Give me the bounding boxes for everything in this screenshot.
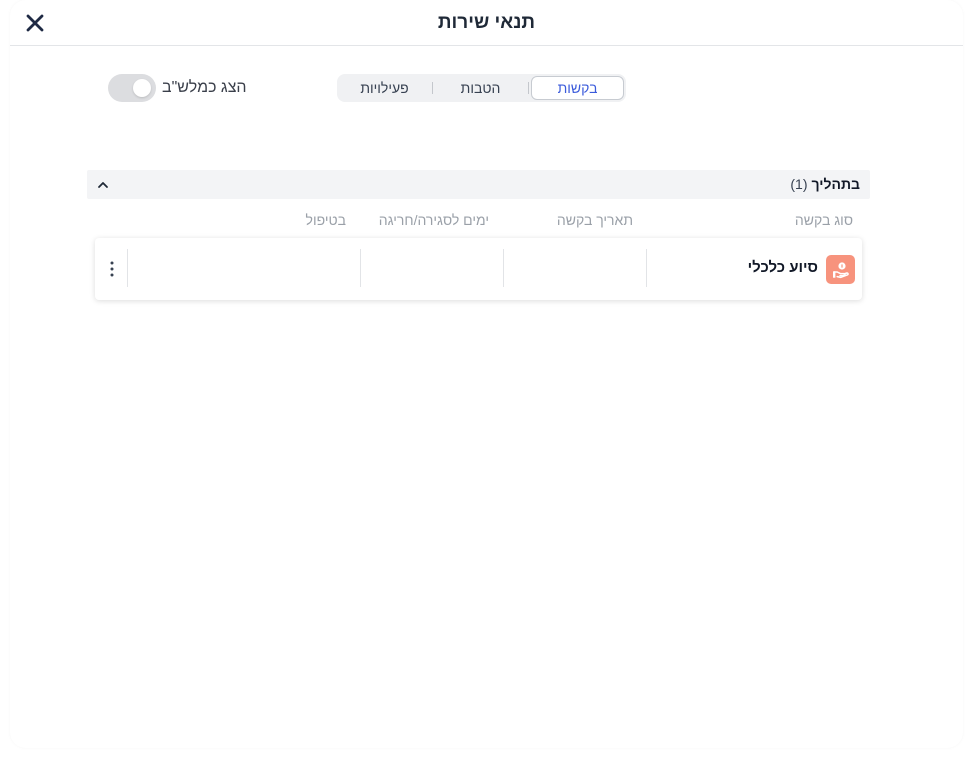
section-title-text: בתהליך <box>811 176 861 192</box>
cell-divider <box>503 249 504 287</box>
chevron-up-icon[interactable] <box>97 178 109 190</box>
toggle-knob <box>133 79 151 97</box>
section-title: בתהליך(1) <box>790 176 860 192</box>
kebab-menu-icon[interactable] <box>105 260 119 278</box>
hand-money-icon <box>826 255 855 284</box>
table-row[interactable]: סיוע כלכלי <box>95 238 862 300</box>
tab-divider <box>432 82 433 94</box>
show-as-toggle-group: הצג כמלש"ב <box>108 74 247 102</box>
section-count: (1) <box>790 176 808 192</box>
tab-activities[interactable]: פעילויות <box>339 76 430 100</box>
row-request-type: סיוע כלכלי <box>747 259 818 276</box>
cell-divider <box>360 249 361 287</box>
cell-divider <box>127 249 128 287</box>
tab-divider <box>528 82 529 94</box>
modal-title: תנאי שירות <box>437 12 536 33</box>
toggle-label: הצג כמלש"ב <box>162 79 247 96</box>
column-header-days: ימים לסגירה/חריגה <box>378 212 489 228</box>
column-header-date: תאריך בקשה <box>556 212 633 228</box>
column-header-type: סוג בקשה <box>794 212 853 228</box>
tab-requests[interactable]: בקשות <box>531 76 624 100</box>
tab-benefits[interactable]: הטבות <box>435 76 526 100</box>
terms-of-service-modal: תנאי שירות הצג כמלש"ב בקשות הטבות פעילוי… <box>10 0 963 748</box>
cell-divider <box>646 249 647 287</box>
show-as-toggle[interactable] <box>108 74 156 102</box>
column-header-handling: בטיפול <box>305 212 346 228</box>
in-progress-section-header[interactable]: בתהליך(1) <box>87 170 870 199</box>
modal-header: תנאי שירות <box>10 0 963 46</box>
tabs-segmented-control: בקשות הטבות פעילויות <box>337 74 626 102</box>
